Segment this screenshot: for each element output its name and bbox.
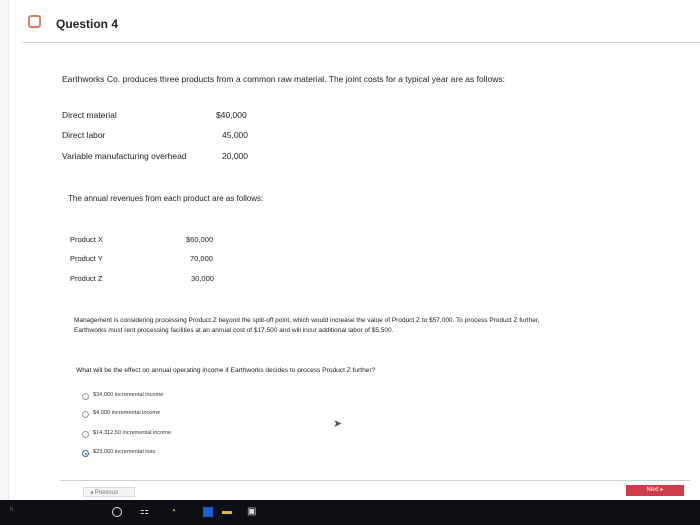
management-text-line: Management is considering processing Pro… [74, 317, 540, 324]
management-text-line: Earthworks must rent processing faciliti… [74, 327, 394, 334]
table-row: Product Z 30,000 [70, 274, 290, 288]
choice-label: $34,000 incremental income [93, 392, 164, 398]
next-label: Next [646, 487, 659, 493]
previous-label: Previous [94, 490, 119, 496]
footer-divider [60, 480, 690, 481]
browser-icon[interactable]: ◔ [170, 506, 176, 517]
mouse-cursor-icon: ➤ [333, 418, 343, 430]
store-icon[interactable]: ▣ [247, 506, 256, 517]
cost-label: Variable manufacturing overhead [62, 151, 187, 161]
revenue-value: $60,000 [186, 235, 214, 244]
previous-button[interactable]: ◂ Previous [83, 487, 135, 497]
radio-button[interactable] [82, 411, 89, 418]
table-row: Direct material $40,000 [62, 110, 282, 124]
search-icon[interactable] [112, 507, 122, 517]
choice-label: $4,000 incremental income [93, 410, 161, 416]
table-row: Direct labor 45,000 [62, 130, 282, 144]
question-header: Question 4 [22, 8, 700, 43]
cost-label: Direct labor [62, 130, 106, 140]
cost-label: Direct material [62, 110, 117, 120]
revenue-value: 30,000 [191, 274, 214, 283]
intro-text: Earthworks Co. produces three products f… [62, 74, 505, 84]
choice-label: $14,312.50 incremental income [93, 430, 172, 436]
cost-value: 20,000 [222, 151, 248, 161]
taskbar-text: h [10, 507, 14, 513]
radio-button-selected[interactable] [82, 450, 89, 457]
revenues-intro-text: The annual revenues from each product ar… [68, 194, 264, 203]
flag-icon[interactable] [28, 15, 41, 28]
cost-value: 45,000 [222, 130, 248, 140]
radio-button[interactable] [82, 431, 89, 438]
os-taskbar: h ⚏ ◔ ▬ ▣ [0, 500, 700, 525]
choice-label: $23,000 incremental loss [93, 449, 156, 455]
task-view-icon[interactable]: ⚏ [140, 506, 149, 517]
radio-button[interactable] [82, 393, 89, 400]
table-row: Product X $60,000 [70, 235, 290, 249]
next-button[interactable]: Next ▸ [626, 485, 684, 496]
product-label: Product Z [70, 274, 103, 283]
cost-value: $40,000 [216, 110, 247, 120]
question-prompt: What will be the effect on annual operat… [76, 367, 376, 374]
table-row: Product Y 70,000 [70, 254, 290, 268]
question-title: Question 4 [56, 17, 119, 31]
app-icon[interactable] [203, 507, 213, 517]
table-row: Variable manufacturing overhead 20,000 [62, 151, 282, 165]
page-left-margin [0, 0, 9, 500]
folder-icon[interactable]: ▬ [222, 506, 232, 517]
revenue-value: 70,000 [190, 254, 213, 263]
product-label: Product Y [70, 254, 103, 263]
product-label: Product X [70, 235, 103, 244]
management-paragraph: Management is considering processing Pro… [74, 316, 678, 336]
